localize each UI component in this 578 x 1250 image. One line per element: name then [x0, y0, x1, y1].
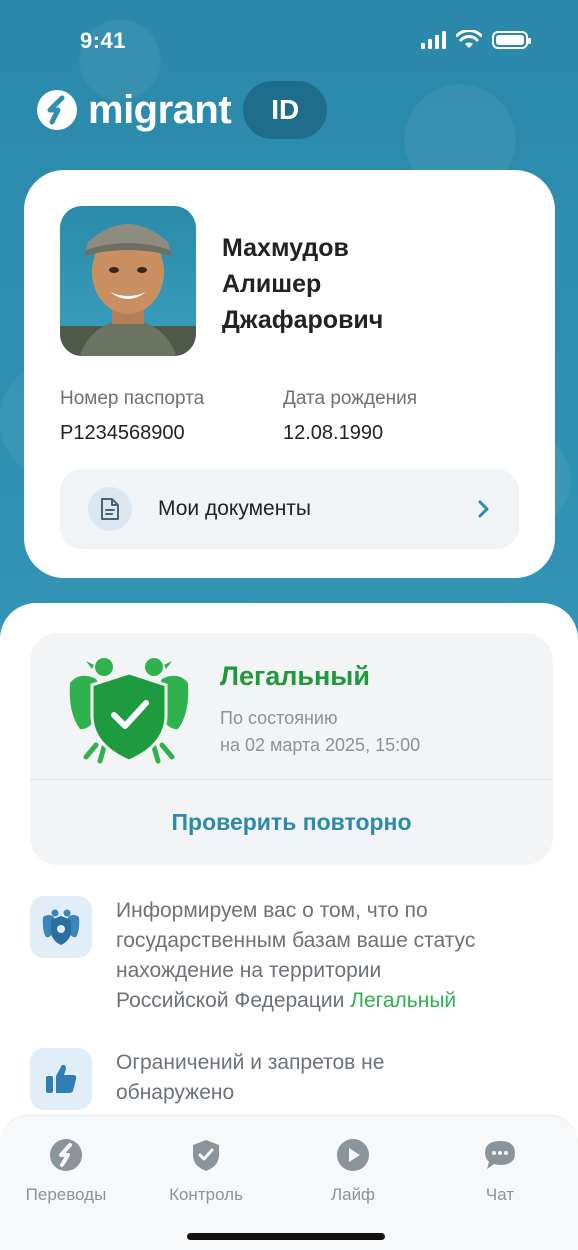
- home-indicator[interactable]: [187, 1233, 385, 1240]
- status-title: Легальный: [220, 661, 370, 691]
- battery-icon: [492, 31, 531, 49]
- birth-value: 12.08.1990: [283, 422, 384, 444]
- legal-info-row: Информируем вас о том, что по государств…: [30, 896, 550, 1016]
- wifi-icon: [456, 30, 482, 48]
- legal-text-line4: Российской Федерации Легальный: [116, 986, 475, 1016]
- passport-field: Номер паспорта P1234568900: [60, 388, 204, 445]
- restrictions-line1: Ограничений и запретов не: [116, 1051, 385, 1074]
- legal-status-highlight: Легальный: [350, 989, 457, 1012]
- chevron-right-icon: [478, 500, 489, 518]
- passport-label: Номер паспорта: [60, 388, 205, 409]
- document-icon: [88, 487, 132, 531]
- restrictions-info-text: Ограничений и запретов не обнаружено: [116, 1048, 384, 1110]
- legal-text-line2: государственным базам ваше статус: [116, 929, 476, 952]
- restrictions-line2: обнаружено: [116, 1081, 235, 1104]
- tab-transfers[interactable]: Переводы: [6, 1138, 126, 1205]
- patronymic: Джафарович: [222, 306, 384, 334]
- chat-icon: [485, 1141, 515, 1169]
- eagle-emblem-icon: [30, 896, 92, 958]
- status-bar: 9:41: [0, 0, 578, 80]
- restrictions-info-row: Ограничений и запретов не обнаружено: [30, 1048, 550, 1110]
- tab-chat[interactable]: Чат: [440, 1138, 560, 1205]
- shield-check-icon: [193, 1140, 219, 1171]
- status-time: 9:41: [80, 28, 127, 53]
- full-name: Махмудов Алишер Джафарович: [222, 230, 522, 338]
- thumbs-up-icon: [30, 1048, 92, 1110]
- legal-text-line3: нахождение на территории: [116, 959, 382, 982]
- status-sub-line2: на 02 марта 2025, 15:00: [220, 735, 421, 755]
- tab-transfers-label: Переводы: [25, 1185, 107, 1204]
- avatar-photo: [60, 224, 196, 356]
- first-name: Алишер: [222, 270, 322, 298]
- brand-header: migrant ID: [36, 80, 328, 140]
- tab-life[interactable]: Лайф: [293, 1138, 413, 1205]
- id-badge: ID: [243, 81, 328, 139]
- last-name: Махмудов: [222, 234, 349, 262]
- legal-status-card: Легальный По состоянию на 02 марта 2025,…: [30, 633, 553, 865]
- migrant-logo-icon: [37, 90, 77, 130]
- my-documents-button[interactable]: Мои документы: [60, 469, 519, 549]
- tab-bar: Переводы Контроль Лайф Чат: [0, 1115, 578, 1250]
- tab-control[interactable]: Контроль: [146, 1138, 266, 1205]
- coat-of-arms-shield-icon: [69, 658, 189, 764]
- tab-life-label: Лайф: [330, 1185, 376, 1204]
- birth-label: Дата рождения: [283, 388, 418, 409]
- passport-value: P1234568900: [60, 422, 185, 444]
- legal-text-line4-prefix: Российской Федерации: [116, 989, 345, 1012]
- legal-info-text: Информируем вас о том, что по государств…: [116, 896, 475, 1016]
- play-icon: [337, 1139, 369, 1171]
- avatar: [60, 206, 196, 356]
- status-timestamp: По состоянию на 02 марта 2025, 15:00: [220, 705, 420, 759]
- status-icons: [421, 30, 531, 50]
- brand-name: migrant: [88, 87, 232, 132]
- profile-card: Махмудов Алишер Джафарович Номер паспорт…: [24, 170, 555, 578]
- my-documents-label: Мои документы: [158, 497, 312, 520]
- transfer-icon: [50, 1139, 82, 1171]
- recheck-button[interactable]: Проверить повторно: [30, 779, 553, 865]
- legal-text-line1: Информируем вас о том, что по: [116, 899, 428, 922]
- tab-control-label: Контроль: [169, 1185, 243, 1204]
- signal-icon: [421, 31, 446, 49]
- status-sub-line1: По состоянию: [220, 708, 338, 728]
- tab-chat-label: Чат: [485, 1185, 515, 1204]
- birth-field: Дата рождения 12.08.1990: [283, 388, 417, 445]
